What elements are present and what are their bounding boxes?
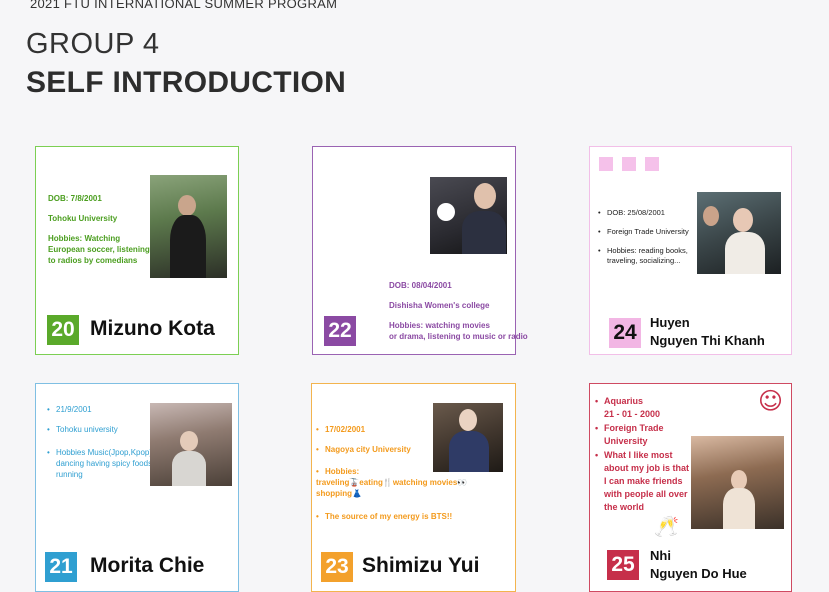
decor-square-2 [622,157,636,171]
decor-square-1 [599,157,613,171]
school-text: Dishisha Women's college [389,301,490,310]
card-23[interactable]: 17/02/2001 Nagoya city University Hobbie… [311,383,516,592]
member-name: Nhi Nguyen Do Hue [650,547,747,583]
school-text: Tohoku university [47,424,157,435]
member-name-line-2: Nguyen Thi Khanh [650,333,765,348]
member-name-line-2: Nguyen Do Hue [650,566,747,581]
member-number: 22 [324,316,356,346]
hobbies-text: traveling🚡eating🍴watching movies👀 shoppi… [316,478,468,498]
energy-text: The source of my energy is BTS!! [316,511,496,522]
school-text: Tohoku University [48,214,118,223]
hobbies-text: Hobbies: Watching European soccer, liste… [48,234,150,265]
dob-text: DOB: 7/8/2001 [48,194,102,203]
member-name: Morita Chie [90,554,205,577]
hobbies-line-1: Hobbies: watching movies [389,321,490,330]
group-title: GROUP 4 [26,28,160,60]
member-name-line-1: Nhi [650,548,671,563]
hobbies-text: Hobbies Music(Jpop,Kpop), dancing having… [47,447,157,480]
sign-text: Aquarius [595,395,691,408]
member-name-line-1: Huyen [650,315,690,330]
member-number: 20 [47,315,79,345]
member-number: 21 [45,552,77,582]
dob-text: DOB: 25/08/2001 [598,208,706,218]
member-name: Huyen Nguyen Thi Khanh [650,314,765,350]
dob-text: DOB: 08/04/2001 [389,281,452,290]
decor-square-3 [645,157,659,171]
card-22-info: DOB: 08/04/2001 Dishisha Women's college… [389,280,529,342]
hobbies-text: Hobbies: reading books, traveling, socia… [598,246,706,266]
profile-photo [430,177,507,254]
face-sticker-icon [437,203,455,221]
profile-photo [691,436,784,529]
card-25[interactable]: Aquarius 21 - 01 - 2000 Foreign Trade Un… [589,383,792,592]
card-24-info: DOB: 25/08/2001 Foreign Trade University… [598,208,706,275]
profile-photo [150,175,227,278]
card-24[interactable]: DOB: 25/08/2001 Foreign Trade University… [589,146,792,355]
dob-text: 21 - 01 - 2000 [604,409,661,419]
card-21-info: 21/9/2001 Tohoku university Hobbies Musi… [47,404,157,489]
cheers-icon: 🥂 [654,514,679,538]
hobbies-text: Hobbies: watching movies or drama, liste… [389,320,529,342]
profile-photo [697,192,781,274]
card-22[interactable]: DOB: 08/04/2001 Dishisha Women's college… [312,146,528,355]
dob-text: 21/9/2001 [47,404,157,415]
school-text: Foreign Trade University [595,422,691,448]
card-20-info: DOB: 7/8/2001 Tohoku University Hobbies:… [48,193,152,275]
hobbies-line-2: or drama, listening to music or radio [389,332,528,341]
card-20[interactable]: DOB: 7/8/2001 Tohoku University Hobbies:… [35,146,239,355]
member-number: 24 [609,318,641,348]
like-text: What I like most about my job is that I … [595,449,691,514]
member-number: 23 [321,552,353,582]
card-21[interactable]: 21/9/2001 Tohoku university Hobbies Musi… [35,383,239,592]
profile-photo [150,403,232,486]
profile-photo [433,403,503,472]
smiley-icon: ☺ [758,387,784,415]
page-title: SELF INTRODUCTION [26,66,347,99]
card-25-info: Aquarius 21 - 01 - 2000 Foreign Trade Un… [595,395,691,514]
school-text: Foreign Trade University [598,227,706,237]
member-number: 25 [607,550,639,580]
member-name: Shimizu Yui [362,554,480,577]
program-title: 2021 FTU INTERNATIONAL SUMMER PROGRAM [30,0,338,11]
member-name: Mizuno Kota [90,317,215,340]
